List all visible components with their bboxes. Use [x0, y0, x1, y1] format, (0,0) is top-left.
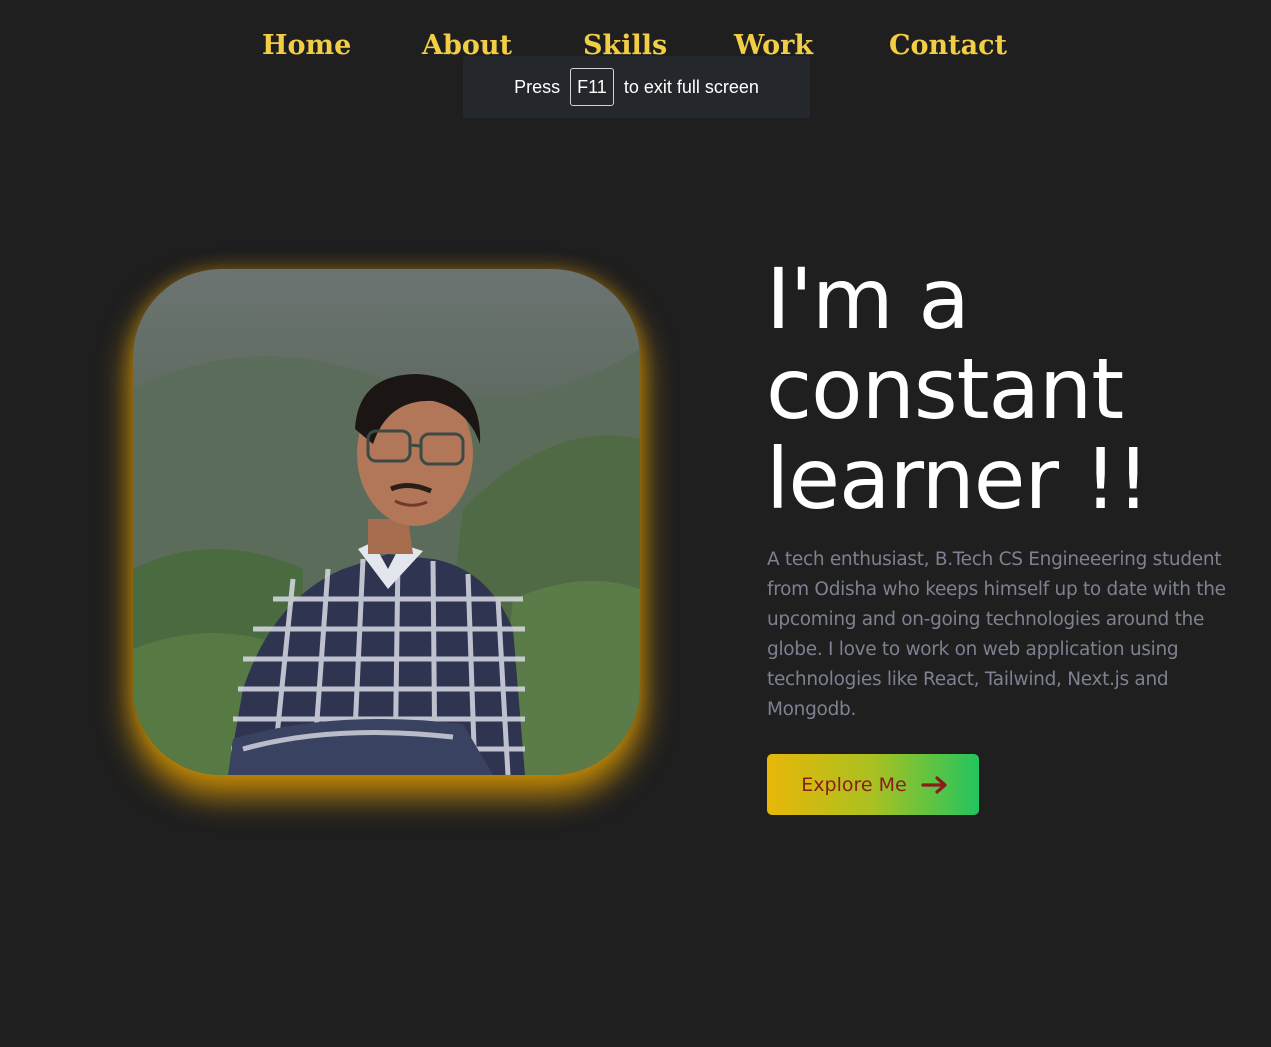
- profile-photo-illustration: [133, 349, 640, 775]
- nav-link-home[interactable]: Home: [262, 30, 351, 61]
- profile-photo: [133, 269, 640, 775]
- hero-title: I'm a constant learner !!: [766, 250, 1150, 528]
- hero-description: A tech enthusiast, B.Tech CS Engineeerin…: [767, 549, 1226, 720]
- fullscreen-toast-prefix: Press: [514, 76, 561, 97]
- nav-link-contact[interactable]: Contact: [889, 30, 1007, 61]
- explore-me-label: Explore Me: [801, 773, 907, 796]
- arrow-right-icon: [921, 775, 949, 795]
- explore-me-button[interactable]: Explore Me: [767, 754, 979, 815]
- fullscreen-exit-toast: Press F11 to exit full screen: [463, 56, 810, 118]
- f11-key-hint: F11: [570, 68, 614, 106]
- fullscreen-toast-suffix: to exit full screen: [623, 76, 759, 97]
